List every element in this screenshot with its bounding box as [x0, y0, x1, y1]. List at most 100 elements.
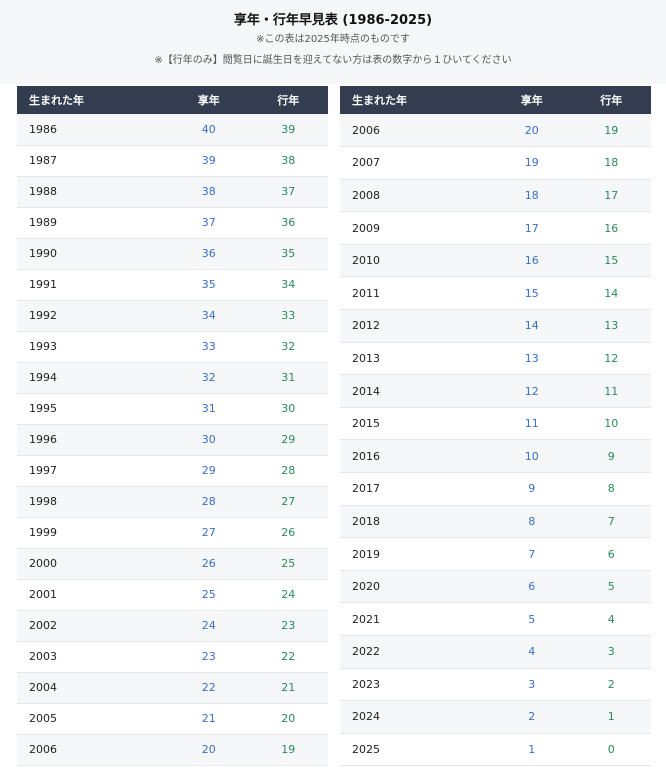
kyonen-cell: 15 — [492, 276, 572, 311]
birth-year-cell: 2020 — [340, 570, 492, 604]
kyonen-cell: 20 — [169, 734, 249, 766]
gyonen-cell: 3 — [571, 635, 651, 669]
table-row: 2017 9 8 — [340, 472, 651, 506]
kyonen-cell: 35 — [169, 269, 249, 301]
birth-year-cell: 2014 — [340, 374, 492, 408]
birth-year-cell: 2007 — [340, 146, 492, 180]
gyonen-cell: 1 — [571, 700, 651, 734]
birth-year-cell: 2017 — [340, 472, 492, 506]
birth-year-cell: 1990 — [17, 238, 169, 270]
table-row: 1995 31 30 — [17, 393, 328, 425]
birth-year-cell: 1989 — [17, 207, 169, 239]
kyonen-cell: 2 — [492, 700, 572, 734]
gyonen-cell: 15 — [571, 244, 651, 278]
table-body-left: 1986 40 39 1987 39 38 1988 38 37 1989 37 36 1990 36 35… — [17, 114, 328, 766]
kyonen-cell: 26 — [169, 548, 249, 580]
birth-year-cell: 2022 — [340, 635, 492, 669]
gyonen-cell: 6 — [571, 537, 651, 571]
kyonen-cell: 38 — [169, 176, 249, 208]
birth-year-cell: 1987 — [17, 145, 169, 177]
gyonen-cell: 7 — [571, 505, 651, 539]
birth-year-cell: 1992 — [17, 300, 169, 332]
kyonen-cell: 25 — [169, 579, 249, 611]
gyonen-cell: 12 — [571, 342, 651, 376]
gyonen-cell: 10 — [571, 407, 651, 441]
table-row: 2015 11 10 — [340, 407, 651, 441]
gyonen-cell: 18 — [571, 146, 651, 180]
kyonen-cell: 14 — [492, 309, 572, 343]
kyonen-cell: 7 — [492, 537, 572, 571]
birth-year-cell: 2006 — [340, 114, 492, 148]
column-header-year: 生まれた年 — [29, 94, 84, 107]
birth-year-cell: 2008 — [340, 179, 492, 213]
gyonen-cell: 27 — [248, 486, 328, 518]
birth-year-cell: 2000 — [17, 548, 169, 580]
table-row: 1994 32 31 — [17, 362, 328, 394]
birth-year-cell: 2021 — [340, 602, 492, 636]
gyonen-cell: 9 — [571, 439, 651, 474]
birth-year-cell: 1988 — [17, 176, 169, 208]
table-row: 1997 29 28 — [17, 455, 328, 487]
kyonen-cell: 1 — [492, 733, 572, 767]
column-header-gyonen: 行年 — [600, 94, 623, 107]
gyonen-cell: 4 — [571, 602, 651, 636]
birth-year-cell: 2010 — [340, 244, 492, 278]
birth-year-cell: 2012 — [340, 309, 492, 343]
birth-year-cell: 1986 — [17, 114, 169, 146]
table-row: 2009 17 16 — [340, 211, 651, 245]
table-row: 1987 39 38 — [17, 145, 328, 177]
table-header-row: 生まれた年 享年 行年 — [340, 86, 651, 114]
birth-year-cell: 2025 — [340, 733, 492, 767]
table-row: 2019 7 6 — [340, 537, 651, 571]
gyonen-cell: 8 — [571, 472, 651, 506]
birth-year-cell: 2024 — [340, 700, 492, 734]
birth-year-cell: 2004 — [17, 672, 169, 704]
age-table-right: 生まれた年 享年 行年 2006 20 19 2007 19 18 2008 18 17 2009… — [340, 86, 651, 767]
table-row: 1999 27 26 — [17, 517, 328, 549]
table-row: 1989 37 36 — [17, 207, 328, 239]
column-header-kyonen: 享年 — [520, 94, 543, 107]
page-title: 享年・行年早見表 (1986-2025) — [233, 13, 433, 28]
birth-year-cell: 2018 — [340, 505, 492, 539]
table-row: 1992 34 33 — [17, 300, 328, 332]
birth-year-cell: 2009 — [340, 211, 492, 245]
note-reference-year: ※この表は2025年時点のものです — [256, 34, 410, 45]
column-header-gyonen: 行年 — [277, 94, 300, 107]
gyonen-cell: 17 — [571, 179, 651, 213]
kyonen-cell: 32 — [169, 362, 249, 394]
birth-year-cell: 2002 — [17, 610, 169, 642]
birth-year-cell: 2013 — [340, 342, 492, 376]
table-row: 2004 22 21 — [17, 672, 328, 704]
kyonen-cell: 5 — [492, 602, 572, 636]
gyonen-cell: 38 — [248, 145, 328, 177]
table-row: 2012 14 13 — [340, 309, 651, 343]
gyonen-cell: 32 — [248, 331, 328, 363]
kyonen-cell: 4 — [492, 635, 572, 669]
kyonen-cell: 13 — [492, 342, 572, 376]
gyonen-cell: 28 — [248, 455, 328, 487]
kyonen-cell: 18 — [492, 179, 572, 213]
kyonen-cell: 40 — [169, 114, 249, 146]
birth-year-cell: 2016 — [340, 439, 492, 474]
table-row: 2005 21 20 — [17, 703, 328, 735]
gyonen-cell: 36 — [248, 207, 328, 239]
gyonen-cell: 22 — [248, 641, 328, 673]
birth-year-cell: 1994 — [17, 362, 169, 394]
birth-year-cell: 2023 — [340, 668, 492, 702]
gyonen-cell: 26 — [248, 517, 328, 549]
gyonen-cell: 11 — [571, 374, 651, 408]
kyonen-cell: 22 — [169, 672, 249, 704]
table-row: 2001 25 24 — [17, 579, 328, 611]
note-gyonen-adjustment: ※【行年のみ】閲覧日に誕生日を迎えてない方は表の数字から１ひいてください — [154, 55, 512, 66]
age-table-left: 生まれた年 享年 行年 1986 40 39 1987 39 38 1988 38 37 1989… — [17, 86, 328, 766]
birth-year-cell: 2015 — [340, 407, 492, 441]
table-row: 2002 24 23 — [17, 610, 328, 642]
kyonen-cell: 8 — [492, 505, 572, 539]
table-row: 2006 20 19 — [17, 734, 328, 766]
gyonen-cell: 39 — [248, 114, 328, 146]
table-row: 2025 1 0 — [340, 733, 651, 767]
birth-year-cell: 1998 — [17, 486, 169, 518]
gyonen-cell: 13 — [571, 309, 651, 343]
table-row: 2007 19 18 — [340, 146, 651, 180]
kyonen-cell: 24 — [169, 610, 249, 642]
